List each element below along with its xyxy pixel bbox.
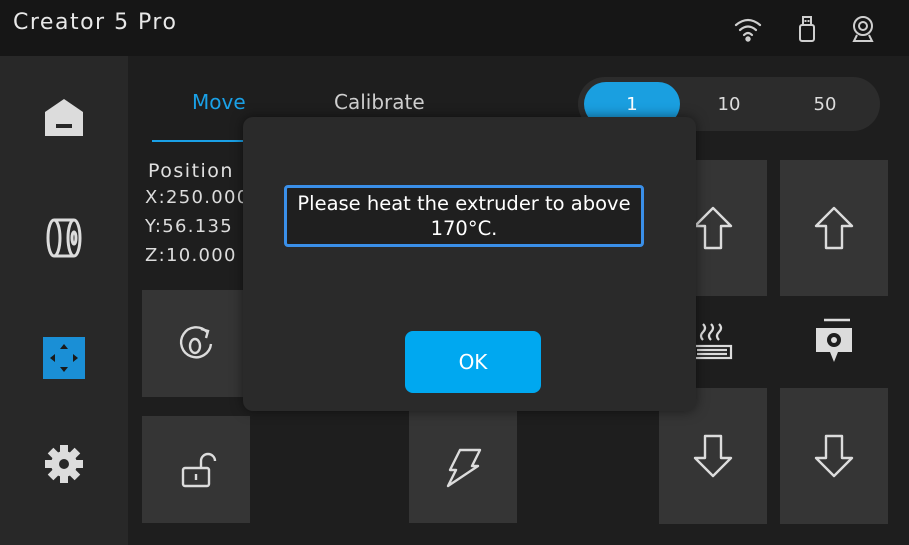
extruder-settings-button[interactable]: [780, 300, 888, 384]
move-axes-icon[interactable]: [40, 334, 88, 382]
dialog-message: Please heat the extruder to above 170°C.: [284, 185, 644, 247]
arrow-down-icon: [693, 434, 733, 478]
unlock-motors-button[interactable]: [142, 416, 250, 523]
heated-bed-icon: [691, 323, 733, 360]
unlock-icon: [181, 452, 217, 487]
tab-move[interactable]: Move: [192, 90, 246, 114]
top-status-bar: Creator 5 Pro: [0, 0, 909, 56]
home-axes-button[interactable]: [142, 290, 250, 397]
wifi-icon: [733, 14, 763, 44]
ok-button[interactable]: OK: [405, 331, 541, 393]
home-icon[interactable]: [40, 94, 88, 142]
step-option-50[interactable]: 50: [777, 82, 873, 126]
heat-warning-dialog: Please heat the extruder to above 170°C.…: [243, 117, 696, 411]
webcam-icon: [848, 14, 878, 44]
sidebar: [0, 56, 128, 545]
move-down-button-2[interactable]: [780, 388, 888, 524]
step-option-10[interactable]: 10: [681, 82, 777, 126]
extrude-button[interactable]: [409, 411, 517, 523]
arrow-up-icon: [814, 206, 854, 250]
position-z: Z:10.000: [145, 245, 237, 266]
move-up-button-2[interactable]: [780, 160, 888, 296]
usb-drive-icon: [792, 14, 822, 44]
arrow-up-icon: [693, 206, 733, 250]
position-x: X:250.000: [145, 187, 250, 208]
app-title: Creator 5 Pro: [13, 10, 178, 35]
position-label: Position: [148, 160, 234, 182]
tab-calibrate[interactable]: Calibrate: [334, 90, 425, 114]
gear-icon[interactable]: [40, 440, 88, 488]
rotate-zero-icon: [179, 325, 213, 358]
extruder-settings-icon: [816, 318, 852, 362]
filament-spool-icon[interactable]: [40, 214, 88, 262]
position-y: Y:56.135: [145, 216, 234, 237]
nozzle-arrow-icon: [446, 448, 482, 488]
arrow-down-icon: [814, 434, 854, 478]
